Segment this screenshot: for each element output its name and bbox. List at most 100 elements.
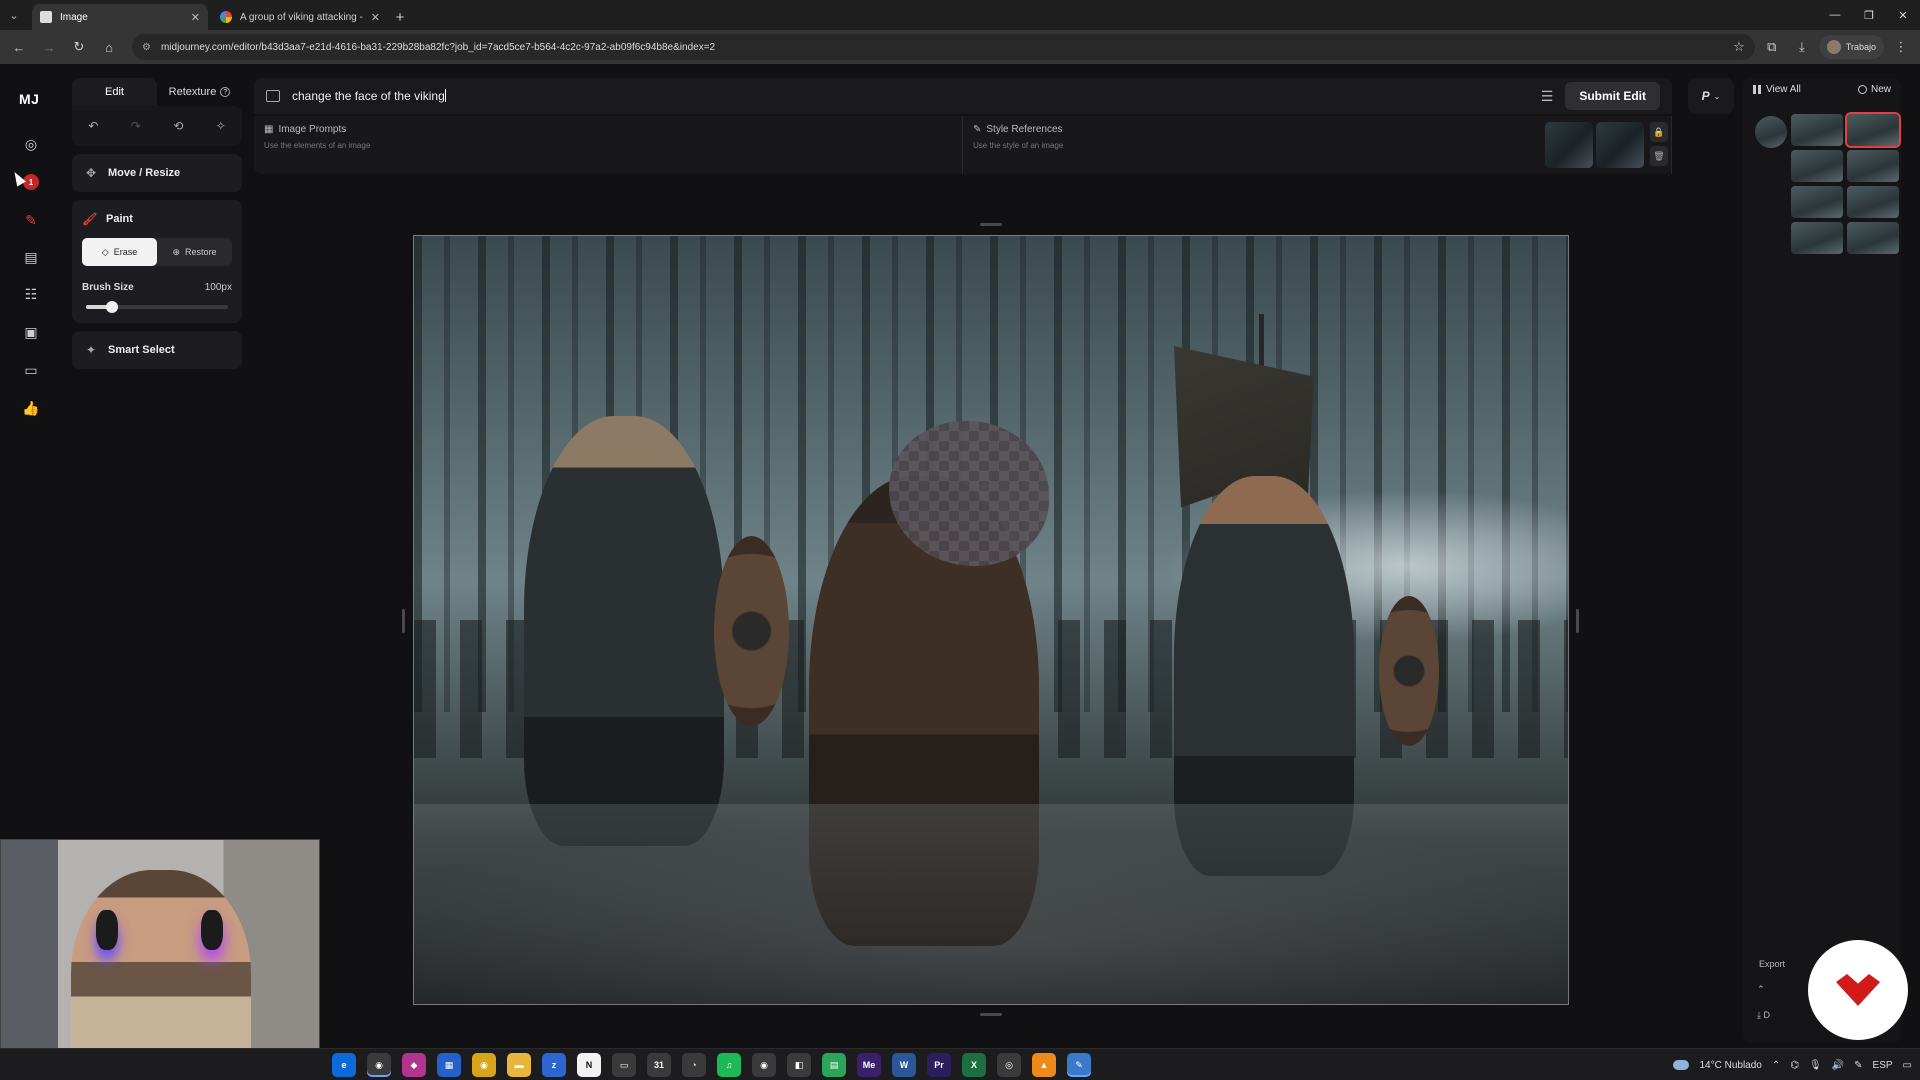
job-thumbnail[interactable] bbox=[1791, 186, 1843, 218]
close-tab-icon[interactable]: ✕ bbox=[371, 11, 380, 24]
app-icon[interactable]: ▭ bbox=[612, 1053, 636, 1077]
notion-icon[interactable]: N bbox=[577, 1053, 601, 1077]
restore-icon[interactable]: ❐ bbox=[1852, 0, 1886, 30]
chrome-alt-icon[interactable]: ◉ bbox=[472, 1053, 496, 1077]
archive-icon[interactable]: ☷ bbox=[21, 284, 41, 304]
chat-icon[interactable]: ▭ bbox=[21, 360, 41, 380]
tab-retexture[interactable]: Retexture? bbox=[157, 78, 242, 106]
extensions-icon[interactable]: ⧉ bbox=[1759, 34, 1785, 60]
pen-icon[interactable]: ✎ bbox=[1854, 1060, 1862, 1071]
tab-search-icon[interactable]: ⌄ bbox=[0, 0, 28, 30]
chevron-up-icon[interactable]: ⌃ bbox=[1772, 1060, 1780, 1071]
paint-button[interactable]: 🖌 Paint bbox=[82, 200, 232, 238]
prompt-input[interactable]: change the face of the viking bbox=[292, 89, 1529, 103]
home-icon[interactable]: ⌂ bbox=[96, 34, 122, 60]
mic-icon[interactable]: 🎙 bbox=[1809, 1060, 1822, 1071]
app-icon[interactable]: ◔ bbox=[682, 1053, 706, 1077]
view-all-button[interactable]: View All bbox=[1753, 84, 1801, 95]
brush-size-label: Brush Size bbox=[82, 282, 134, 293]
language-indicator[interactable]: ESP bbox=[1873, 1060, 1893, 1071]
slider-knob[interactable] bbox=[105, 301, 118, 313]
bookmark-star-icon[interactable]: ☆ bbox=[1733, 39, 1745, 55]
canvas-bottom-handle[interactable] bbox=[980, 1013, 1002, 1016]
help-icon[interactable]: ? bbox=[220, 87, 231, 97]
explore-icon[interactable]: ◎ bbox=[21, 134, 41, 154]
image-prompts-zone[interactable]: ▦ Image Prompts Use the elements of an im… bbox=[254, 116, 963, 174]
job-thumbnail[interactable] bbox=[1791, 222, 1843, 254]
images-icon[interactable]: ▣ bbox=[21, 322, 41, 342]
canvas-left-handle[interactable] bbox=[402, 609, 405, 633]
settings-sliders-icon[interactable]: ☰ bbox=[1541, 88, 1554, 105]
word-icon[interactable]: W bbox=[892, 1053, 916, 1077]
app-icon[interactable]: ◆ bbox=[402, 1053, 426, 1077]
obs-icon[interactable]: ◎ bbox=[997, 1053, 1021, 1077]
tab-google[interactable]: A group of viking attacking - G ✕ bbox=[212, 4, 388, 30]
profile-button[interactable]: Trabajo bbox=[1818, 35, 1884, 59]
redo-icon[interactable]: ↷ bbox=[131, 119, 141, 133]
close-window-icon[interactable]: ✕ bbox=[1886, 0, 1920, 30]
canvas-top-handle[interactable] bbox=[980, 223, 1002, 226]
image-canvas[interactable] bbox=[413, 235, 1569, 1005]
spotify-icon[interactable]: ♫ bbox=[717, 1053, 741, 1077]
smart-select-button[interactable]: ✦ Smart Select bbox=[72, 331, 242, 369]
source-thumbnail[interactable] bbox=[1755, 116, 1787, 148]
sheets-icon[interactable]: ▤ bbox=[822, 1053, 846, 1077]
job-thumbnail[interactable] bbox=[1791, 114, 1843, 146]
tab-image[interactable]: Image ✕ bbox=[32, 4, 208, 30]
address-bar[interactable]: ⚙ midjourney.com/editor/b43d3aa7-e21d-46… bbox=[132, 34, 1755, 60]
download-icon[interactable]: ⤓ bbox=[1789, 34, 1815, 60]
browser-menu-icon[interactable]: ⋮ bbox=[1888, 34, 1914, 60]
calendar-31-icon[interactable]: 31 bbox=[647, 1053, 671, 1077]
mj-logo[interactable]: MJ bbox=[19, 91, 39, 107]
image-icon[interactable] bbox=[266, 90, 280, 102]
job-thumbnail[interactable] bbox=[1847, 186, 1899, 218]
media-encoder-icon[interactable]: Me bbox=[857, 1053, 881, 1077]
undo-icon[interactable]: ↶ bbox=[88, 119, 98, 133]
personalize-menu[interactable]: P ⌄ bbox=[1688, 78, 1734, 114]
vlc-icon[interactable]: ▲ bbox=[1032, 1053, 1056, 1077]
trash-icon[interactable]: 🗑 bbox=[1650, 146, 1668, 166]
brush-size-slider[interactable] bbox=[86, 301, 228, 313]
edit-icon[interactable]: ✎ bbox=[21, 210, 41, 230]
chrome-icon[interactable]: ◉ bbox=[367, 1053, 391, 1077]
job-thumbnail-selected[interactable] bbox=[1845, 112, 1901, 148]
job-thumbnail[interactable] bbox=[1847, 150, 1899, 182]
submit-edit-button[interactable]: Submit Edit bbox=[1565, 82, 1660, 110]
reset-icon[interactable]: ⟲ bbox=[173, 119, 183, 133]
app-icon[interactable]: ✎ bbox=[1067, 1053, 1091, 1077]
minimize-icon[interactable]: — bbox=[1818, 0, 1852, 30]
new-tab-button[interactable]: + bbox=[388, 4, 412, 30]
smart-select-label: Smart Select bbox=[108, 344, 175, 356]
job-thumbnail[interactable] bbox=[1791, 150, 1843, 182]
canvas-right-handle[interactable] bbox=[1576, 609, 1579, 633]
site-info-icon[interactable]: ⚙ bbox=[142, 42, 151, 53]
move-resize-button[interactable]: ✥ Move / Resize bbox=[72, 154, 242, 192]
folder-icon[interactable]: ▬ bbox=[507, 1053, 531, 1077]
erase-button[interactable]: ◇ Erase bbox=[82, 238, 157, 266]
excel-icon[interactable]: X bbox=[962, 1053, 986, 1077]
chrome-icon[interactable]: ◉ bbox=[752, 1053, 776, 1077]
like-icon[interactable]: 👍 bbox=[21, 398, 41, 418]
lock-icon[interactable]: 🔒 bbox=[1650, 122, 1668, 142]
volume-icon[interactable]: 🔊 bbox=[1832, 1060, 1844, 1071]
edge-icon[interactable]: e bbox=[332, 1053, 356, 1077]
forward-icon[interactable]: → bbox=[36, 34, 62, 60]
close-tab-icon[interactable]: ✕ bbox=[191, 11, 200, 24]
job-thumbnail[interactable] bbox=[1847, 222, 1899, 254]
reload-icon[interactable]: ↻ bbox=[66, 34, 92, 60]
organize-icon[interactable]: ▤ bbox=[21, 247, 41, 267]
network-icon[interactable]: ⌬ bbox=[1790, 1060, 1799, 1071]
tab-edit[interactable]: Edit bbox=[72, 78, 157, 106]
sparkle-icon[interactable]: ✧ bbox=[216, 119, 226, 133]
new-button[interactable]: New bbox=[1857, 84, 1891, 95]
restore-button[interactable]: ⊕ Restore bbox=[157, 238, 232, 266]
app-icon[interactable]: ◧ bbox=[787, 1053, 811, 1077]
reference-thumbnail[interactable] bbox=[1545, 122, 1593, 168]
notification-icon[interactable]: ▭ bbox=[1903, 1060, 1912, 1071]
calendar-icon[interactable]: ▦ bbox=[437, 1053, 461, 1077]
premiere-icon[interactable]: Pr bbox=[927, 1053, 951, 1077]
zoom-icon[interactable]: z bbox=[542, 1053, 566, 1077]
reference-thumbnail[interactable] bbox=[1596, 122, 1644, 168]
back-icon[interactable]: ← bbox=[6, 34, 32, 60]
weather-text[interactable]: 14°C Nublado bbox=[1699, 1060, 1761, 1071]
